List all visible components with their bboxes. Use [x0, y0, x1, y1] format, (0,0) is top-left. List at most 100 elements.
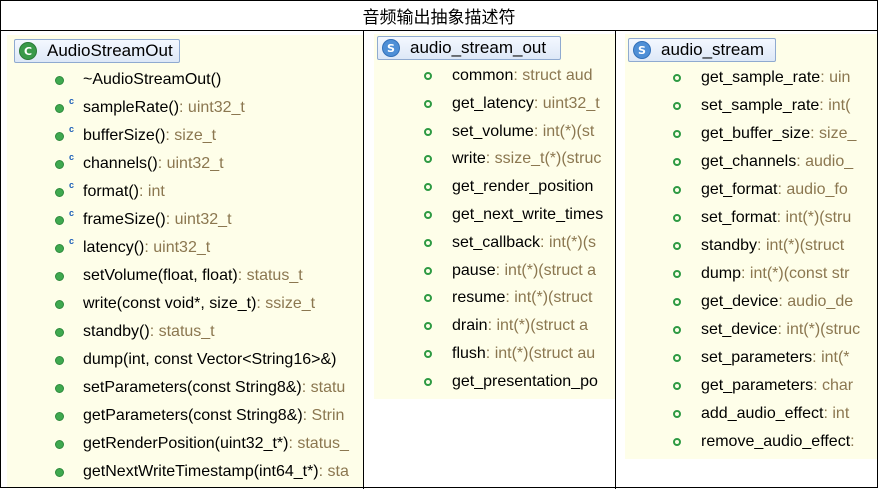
- member-row[interactable]: write(const void*, size_t) : ssize_t: [55, 292, 315, 316]
- member-row[interactable]: standby : int(*)(struct: [673, 234, 844, 258]
- field-icon: [424, 294, 432, 303]
- member-row[interactable]: getRenderPosition(uint32_t*) : status_: [55, 432, 349, 456]
- member-row[interactable]: get_parameters : char: [673, 374, 853, 398]
- member-row[interactable]: add_audio_effect : int: [673, 402, 849, 426]
- member-name: add_audio_effect: [701, 405, 824, 422]
- member-type: : status_t: [237, 267, 303, 284]
- member-row[interactable]: c format() : int: [55, 180, 165, 204]
- method-icon: [55, 188, 64, 197]
- member-row[interactable]: pause : int(*)(struct a: [424, 259, 596, 283]
- member-type: : int(*)(struct: [757, 237, 845, 254]
- field-icon: [673, 130, 681, 138]
- member-name: set_sample_rate: [701, 97, 820, 114]
- field-icon: [424, 266, 432, 275]
- member-row[interactable]: setParameters(const String8&) : statu: [55, 376, 345, 400]
- member-type: : uint32_t: [157, 155, 224, 172]
- field-icon: [424, 127, 432, 136]
- member-type: : int(*)(stru: [776, 209, 852, 226]
- member-name: setVolume(float, float): [83, 267, 238, 284]
- member-row[interactable]: get_device : audio_de: [673, 290, 853, 314]
- const-marker-icon: c: [69, 180, 75, 190]
- member-name: get_latency: [452, 94, 534, 112]
- field-icon: [673, 354, 681, 362]
- audiostreamout-header[interactable]: C AudioStreamOut: [14, 39, 180, 63]
- member-name: set_parameters: [701, 349, 813, 366]
- member-row[interactable]: common : struct aud: [424, 64, 593, 88]
- column-divider: [615, 31, 616, 489]
- member-type: : int(*)(s: [540, 233, 597, 251]
- audio-stream-out-header[interactable]: S audio_stream_out: [377, 36, 561, 60]
- member-row[interactable]: remove_audio_effect :: [673, 430, 855, 454]
- member-row[interactable]: set_callback : int(*)(s: [424, 231, 596, 255]
- struct-name: audio_stream_out: [410, 38, 547, 57]
- member-row[interactable]: set_parameters : int(*: [673, 346, 850, 370]
- member-row[interactable]: dump(int, const Vector<String16>&): [55, 348, 336, 372]
- member-type: : uint32_t: [144, 239, 211, 256]
- member-row[interactable]: get_presentation_po: [424, 370, 598, 394]
- struct-name: audio_stream: [661, 40, 765, 59]
- member-type: : int(*)(struct au: [485, 345, 596, 362]
- member-row[interactable]: get_render_position: [424, 175, 593, 199]
- member-row[interactable]: c latency() : uint32_t: [55, 236, 210, 260]
- field-icon: [673, 242, 681, 250]
- member-row[interactable]: write : ssize_t(*)(struc: [424, 147, 601, 171]
- audio-stream-struct-panel: S audio_stream get_sample_rate : uin set_…: [625, 34, 877, 459]
- member-name: ~AudioStreamOut(): [83, 71, 222, 88]
- member-name: channels(): [83, 155, 158, 172]
- member-row[interactable]: c frameSize() : uint32_t: [55, 208, 232, 232]
- member-name: getParameters(const String8&): [83, 407, 303, 424]
- field-icon: [424, 99, 432, 108]
- audio-stream-out-struct-panel: S audio_stream_out common : struct aud ge…: [374, 34, 615, 399]
- member-name: get_render_position: [452, 178, 594, 196]
- field-icon: [673, 270, 681, 278]
- member-row[interactable]: resume : int(*)(struct: [424, 286, 592, 310]
- member-row[interactable]: get_format : audio_fo: [673, 178, 848, 202]
- field-icon: [424, 350, 432, 358]
- member-type: :: [850, 433, 855, 450]
- member-type: : int(: [819, 97, 851, 114]
- field-icon: [424, 322, 432, 331]
- member-row[interactable]: dump : int(*)(const str: [673, 262, 850, 286]
- member-row[interactable]: get_sample_rate : uin: [673, 66, 850, 90]
- member-row[interactable]: getParameters(const String8&) : Strin: [55, 404, 344, 428]
- method-icon: [55, 216, 64, 225]
- member-name: set_callback: [452, 233, 541, 251]
- method-icon: [55, 132, 64, 141]
- member-row[interactable]: set_device : int(*)(struc: [673, 318, 860, 342]
- member-row[interactable]: set_volume : int(*)(st: [424, 120, 594, 144]
- member-type: : uint32_t: [533, 94, 600, 112]
- member-name: standby: [701, 237, 758, 254]
- member-type: : status_: [288, 435, 349, 452]
- member-row[interactable]: setVolume(float, float) : status_t: [55, 264, 303, 288]
- member-row[interactable]: c bufferSize() : size_t: [55, 124, 216, 148]
- member-type: : int(*)(struct: [505, 289, 593, 307]
- member-name: set_volume: [452, 122, 534, 140]
- member-name: get_sample_rate: [701, 69, 821, 86]
- member-type: : int(*: [812, 349, 850, 366]
- descriptor-table: 音频输出抽象描述符 C AudioStreamOut ~AudioStreamO…: [0, 0, 878, 489]
- field-icon: [424, 377, 432, 386]
- member-type: : int(*)(struct a: [487, 317, 589, 335]
- member-row[interactable]: getNextWriteTimestamp(int64_t*) : sta: [55, 460, 349, 484]
- member-row[interactable]: set_sample_rate : int(: [673, 94, 850, 118]
- member-name: dump: [701, 265, 742, 282]
- member-row[interactable]: get_latency : uint32_t: [424, 92, 600, 116]
- const-marker-icon: c: [69, 152, 75, 162]
- member-row[interactable]: ~AudioStreamOut(): [55, 68, 221, 92]
- member-row[interactable]: drain : int(*)(struct a: [424, 314, 588, 338]
- member-type: : int(*)(struct a: [495, 261, 597, 279]
- member-row[interactable]: set_format : int(*)(stru: [673, 206, 851, 230]
- member-row[interactable]: get_channels : audio_: [673, 150, 853, 174]
- member-row[interactable]: get_next_write_times: [424, 203, 603, 227]
- member-row[interactable]: get_buffer_size : size_: [673, 122, 856, 146]
- member-row[interactable]: standby() : status_t: [55, 320, 215, 344]
- member-type: : status_t: [149, 323, 215, 340]
- member-row[interactable]: c sampleRate() : uint32_t: [55, 96, 245, 120]
- member-row[interactable]: flush : int(*)(struct au: [424, 342, 595, 366]
- method-icon: [55, 300, 64, 309]
- member-type: : int: [139, 183, 165, 200]
- audio-stream-header[interactable]: S audio_stream: [628, 38, 776, 62]
- member-row[interactable]: c channels() : uint32_t: [55, 152, 224, 176]
- field-icon: [673, 102, 681, 110]
- member-name: dump(int, const Vector<String16>&): [83, 351, 337, 368]
